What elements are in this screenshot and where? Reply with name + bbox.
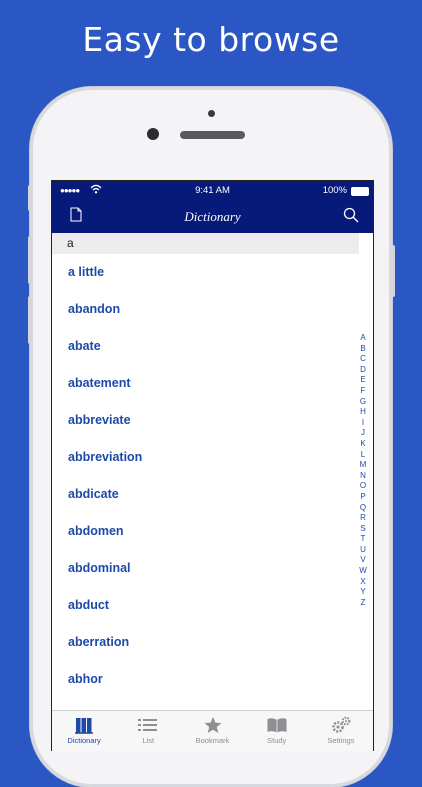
tab-label: Bookmark [195, 736, 230, 745]
gears-icon [309, 716, 373, 734]
index-letter[interactable]: D [360, 365, 366, 376]
tab-label: Settings [327, 736, 355, 745]
section-header-label: a [67, 236, 74, 250]
list-item[interactable]: abdominal [52, 550, 359, 587]
list-item[interactable]: abdomen [52, 513, 359, 550]
index-letter[interactable]: A [360, 333, 365, 344]
list-icon [116, 716, 180, 734]
list-item[interactable]: abduct [52, 587, 359, 624]
phone-volume-up-button [28, 236, 32, 284]
index-letter[interactable]: Z [361, 598, 366, 609]
index-letter[interactable]: X [360, 577, 365, 588]
index-letter[interactable]: Y [360, 587, 365, 598]
index-letter[interactable]: C [360, 354, 366, 365]
list-item[interactable]: abdicate [52, 476, 359, 513]
phone-volume-down-button [28, 296, 32, 344]
index-letter[interactable]: H [360, 407, 366, 418]
tab-label: Dictionary [67, 736, 101, 745]
battery-percentage: 100% [322, 185, 347, 196]
index-letter[interactable]: M [360, 460, 367, 471]
index-letter[interactable]: J [361, 428, 365, 439]
star-icon [180, 716, 244, 734]
list-item[interactable]: abbreviate [52, 402, 359, 439]
index-letter[interactable]: T [361, 534, 366, 545]
phone-speaker [180, 131, 245, 139]
index-letter[interactable]: S [360, 524, 365, 535]
tab-label: Study [267, 736, 287, 745]
index-letter[interactable]: E [360, 375, 365, 386]
book-open-icon [245, 716, 309, 734]
list-item[interactable]: abhor [52, 661, 359, 698]
alphabet-index[interactable]: A B C D E F G H I J K L M N O P Q R S T … [357, 333, 369, 608]
index-letter[interactable]: F [361, 386, 366, 397]
index-letter[interactable]: L [361, 450, 365, 461]
headline: Easy to browse [82, 20, 340, 59]
list-item[interactable]: abate [52, 328, 359, 365]
index-letter[interactable]: K [360, 439, 365, 450]
index-letter[interactable]: R [360, 513, 366, 524]
tab-study[interactable]: Study [245, 711, 309, 751]
search-icon[interactable] [343, 207, 359, 228]
index-letter[interactable]: O [360, 481, 366, 492]
tab-list[interactable]: List [116, 711, 180, 751]
phone-camera [147, 128, 159, 140]
status-bar: ●●●●● 9:41 AM 100% [52, 184, 373, 199]
index-letter[interactable]: G [360, 397, 366, 408]
phone-sensor [208, 110, 215, 117]
index-letter[interactable]: B [360, 344, 365, 355]
index-letter[interactable]: U [360, 545, 366, 556]
tab-bar: Dictionary List Bookmark Study Settings [52, 710, 373, 751]
list-item[interactable]: abandon [52, 291, 359, 328]
phone-side-button [28, 185, 32, 211]
page-title: Dictionary [184, 209, 241, 224]
index-letter[interactable]: W [359, 566, 367, 577]
tab-dictionary[interactable]: Dictionary [52, 711, 116, 751]
navigation-bar: ●●●●● 9:41 AM 100% Dictionary [52, 181, 373, 233]
word-list: a little abandon abate abatement abbrevi… [52, 254, 359, 698]
app-screen: ●●●●● 9:41 AM 100% Dictionary a a little… [51, 180, 374, 751]
list-item[interactable]: aberration [52, 624, 359, 661]
index-letter[interactable]: N [360, 471, 366, 482]
list-item[interactable]: abbreviation [52, 439, 359, 476]
phone-power-button [391, 245, 395, 297]
index-letter[interactable]: V [360, 555, 365, 566]
index-letter[interactable]: I [362, 418, 364, 429]
index-letter[interactable]: Q [360, 503, 366, 514]
tab-label: List [142, 736, 155, 745]
index-letter[interactable]: P [360, 492, 365, 503]
list-item[interactable]: a little [52, 254, 359, 291]
tab-settings[interactable]: Settings [309, 711, 373, 751]
list-item[interactable]: abatement [52, 365, 359, 402]
books-icon [52, 716, 116, 734]
tab-bookmark[interactable]: Bookmark [180, 711, 244, 751]
section-header: a [52, 233, 359, 254]
battery-icon [351, 187, 369, 196]
